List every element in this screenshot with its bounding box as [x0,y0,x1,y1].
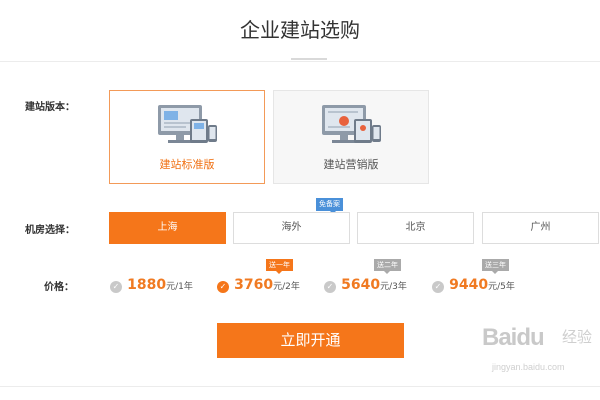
watermark-url: jingyan.baidu.com [492,362,565,372]
price-unit: 元/2年 [273,282,300,292]
no-filing-badge: 免备案 [316,198,343,214]
version-card-label: 建站标准版 [159,158,215,171]
price-unit: 元/3年 [380,282,407,292]
price-option-5yr[interactable]: ✓ 9440元/5年 [432,274,515,293]
title-underline [291,58,327,60]
room-option-beijing[interactable]: 北京 [357,212,474,244]
watermark-brand: Baidu [482,324,545,351]
price-option-2yr[interactable]: ✓ 3760元/2年 [217,274,300,293]
room-option-shanghai[interactable]: 上海 [109,212,226,244]
check-icon: ✓ [110,281,122,293]
room-option-overseas[interactable]: 海外 [233,212,350,244]
check-icon: ✓ [432,281,444,293]
price-value: 1880 [127,277,167,293]
version-card-marketing[interactable]: 建站营销版 [273,90,429,184]
price-option-1yr[interactable]: ✓ 1880元/1年 [110,274,193,293]
open-now-button[interactable]: 立即开通 [217,323,404,358]
devices-icon [158,105,217,143]
devices-icon [322,105,381,143]
watermark-cn: 经验 [562,328,593,346]
price-unit: 元/1年 [166,282,193,292]
promo-tag: 送一年 [266,259,293,274]
divider [0,386,600,387]
page-title: 企业建站选购 [240,18,360,42]
price-value: 9440 [449,277,489,293]
promo-tag: 送三年 [482,259,509,274]
room-label: 机房选择： [25,225,75,236]
price-option-3yr[interactable]: ✓ 5640元/3年 [324,274,407,293]
version-card-label: 建站营销版 [323,158,379,171]
version-label: 建站版本： [25,102,75,113]
baidu-watermark: Baidu 经验 jingyan.baidu.com [482,316,600,386]
price-value: 3760 [234,277,274,293]
check-icon: ✓ [217,281,229,293]
check-icon: ✓ [324,281,336,293]
price-label: 价格： [44,282,74,293]
price-value: 5640 [341,277,381,293]
price-unit: 元/5年 [488,282,515,292]
version-card-standard[interactable]: 建站标准版 [109,90,265,184]
room-option-guangzhou[interactable]: 广州 [482,212,599,244]
divider [0,61,600,62]
promo-tag: 送二年 [374,259,401,274]
